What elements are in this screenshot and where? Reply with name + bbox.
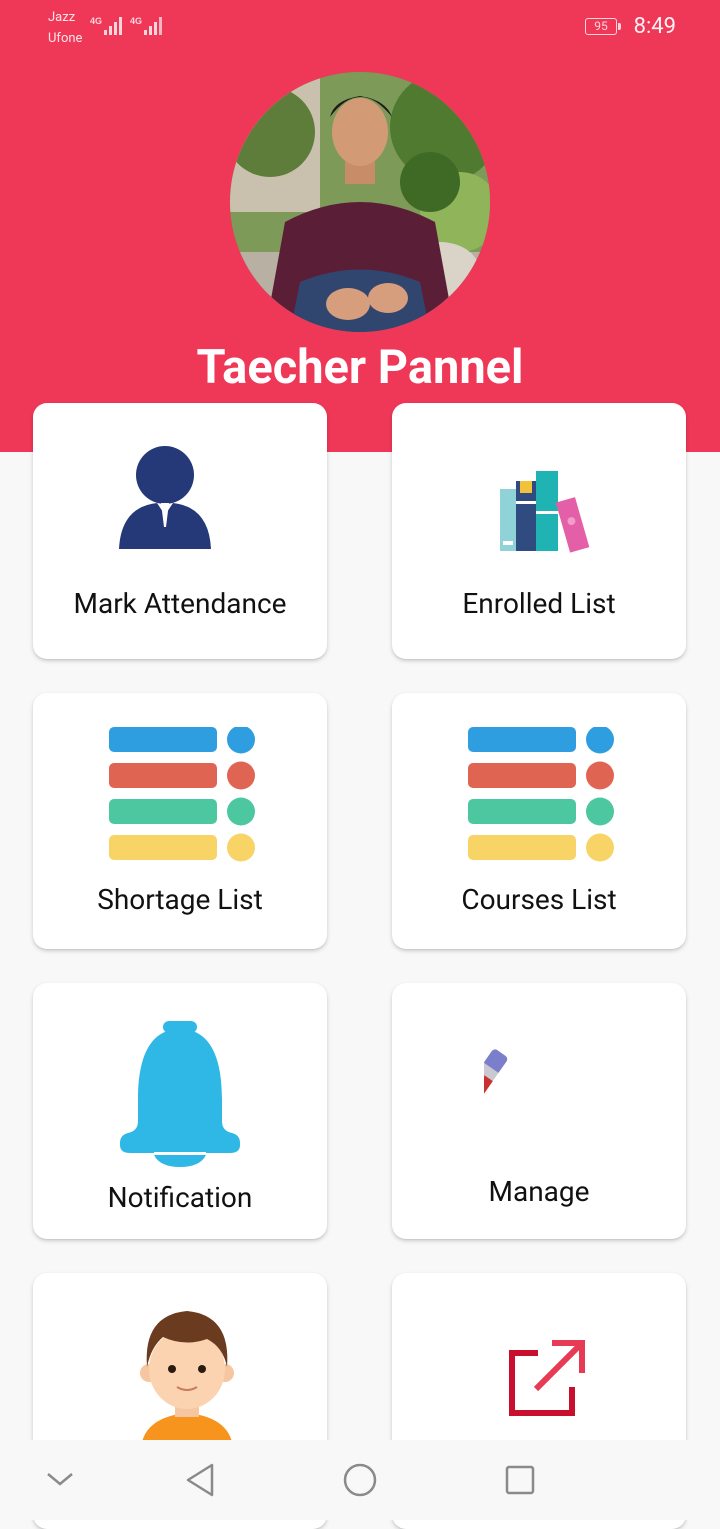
card-label: Manage xyxy=(488,1175,590,1208)
bell-icon xyxy=(120,1021,240,1167)
colored-list-icon xyxy=(468,727,614,862)
home-icon[interactable] xyxy=(342,1462,378,1498)
svg-text:4G: 4G xyxy=(130,16,142,26)
card-label: Courses List xyxy=(461,883,617,916)
header: Jazz Ufone 4G 4G 95 8:49 Taecher Pannel xyxy=(0,0,720,452)
card-label: Shortage List xyxy=(97,883,263,916)
recents-icon[interactable] xyxy=(504,1464,536,1496)
colored-list-icon xyxy=(109,727,255,862)
page-title: Taecher Pannel xyxy=(196,340,524,395)
card-label: Notification xyxy=(107,1181,253,1214)
mark-attendance-card[interactable]: Mark Attendance xyxy=(33,403,327,659)
teacher-person-icon xyxy=(119,446,211,549)
card-label: Enrolled List xyxy=(462,587,616,620)
notification-card[interactable]: Notification xyxy=(33,983,327,1239)
courses-list-card[interactable]: Courses List xyxy=(392,693,686,949)
card-label: Mark Attendance xyxy=(73,587,287,620)
carrier-1-label: Jazz xyxy=(48,10,76,25)
signal-1-icon: 4G xyxy=(90,16,122,35)
carrier-2-label: Ufone xyxy=(48,31,83,46)
shortage-list-card[interactable]: Shortage List xyxy=(33,693,327,949)
external-link-icon xyxy=(509,1340,585,1416)
back-icon[interactable] xyxy=(184,1462,216,1498)
status-bar: Jazz Ufone 4G 4G 95 8:49 xyxy=(0,0,720,56)
books-icon xyxy=(500,471,590,553)
enrolled-list-card[interactable]: Enrolled List xyxy=(392,403,686,659)
boy-avatar-icon xyxy=(140,1311,234,1447)
profile-photo[interactable] xyxy=(230,72,490,332)
signal-2-icon: 4G xyxy=(130,16,162,35)
pencil-icon xyxy=(484,1049,508,1143)
system-navigation-bar xyxy=(0,1440,720,1520)
clock: 8:49 xyxy=(633,14,676,39)
manage-card[interactable]: Manage xyxy=(392,983,686,1239)
svg-text:4G: 4G xyxy=(90,16,102,26)
collapse-chevron-icon[interactable] xyxy=(46,1470,74,1488)
battery-icon: 95 xyxy=(585,18,621,35)
